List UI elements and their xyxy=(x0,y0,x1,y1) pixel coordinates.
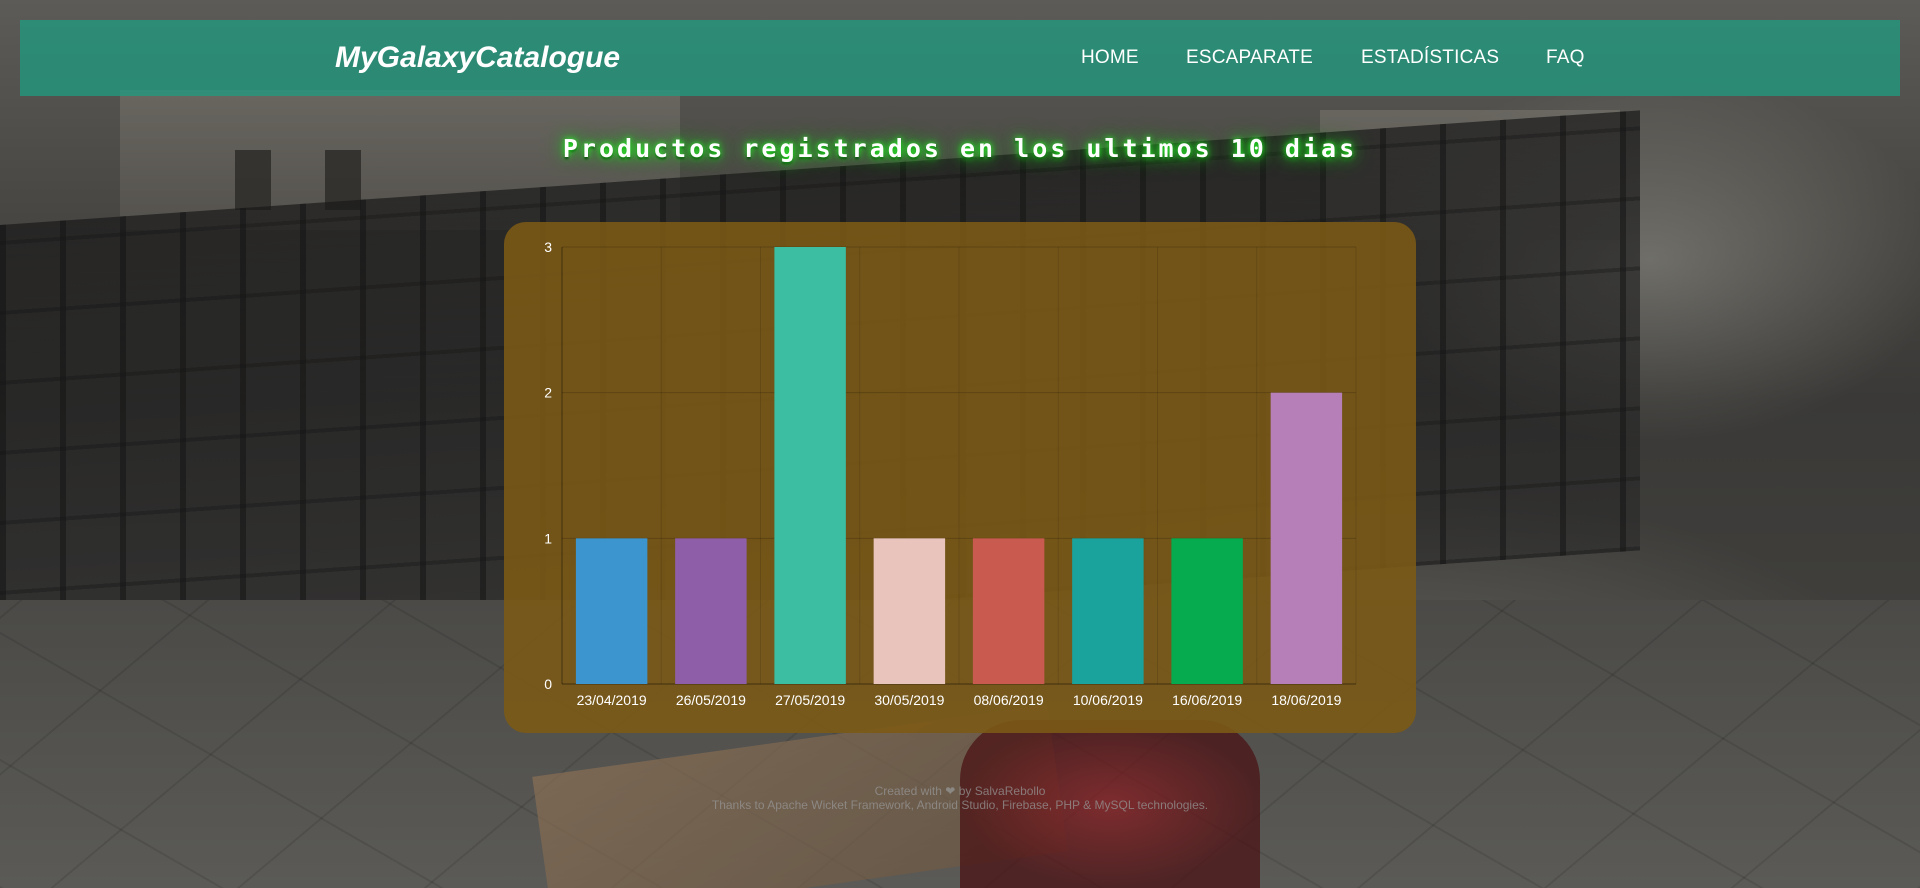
bar xyxy=(675,538,747,684)
nav-link-home[interactable]: HOME xyxy=(1081,20,1139,96)
bar xyxy=(873,538,946,684)
bar-chart: 0 1 2 3 23/04/2019 26/05/2019 27/05/2019 30/05/… xyxy=(544,239,1357,708)
x-tick-label: 27/05/2019 xyxy=(775,692,845,708)
bar xyxy=(774,247,846,684)
navbar: MyGalaxyCatalogue HOME ESCAPARATE ESTADÍ… xyxy=(20,20,1900,96)
bar xyxy=(1270,392,1343,684)
bar xyxy=(972,538,1045,684)
nav-link-estadisticas[interactable]: ESTADÍSTICAS xyxy=(1361,20,1499,96)
footer-thanks: Thanks to Apache Wicket Framework, Andro… xyxy=(711,798,1209,812)
footer-credits: Created with ❤ by SalvaRebollo xyxy=(0,784,1920,798)
nav-link-faq[interactable]: FAQ xyxy=(1546,20,1585,96)
chart-panel: 0 1 2 3 23/04/2019 26/05/2019 27/05/2019 30/05/… xyxy=(504,222,1416,733)
bar xyxy=(1171,538,1243,684)
x-tick-label: 18/06/2019 xyxy=(1271,692,1341,708)
bar xyxy=(1072,538,1144,684)
nav-link-escaparate[interactable]: ESCAPARATE xyxy=(1186,20,1313,96)
x-tick-label: 23/04/2019 xyxy=(577,692,647,708)
x-tick-label: 10/06/2019 xyxy=(1073,692,1143,708)
brand-logo-link[interactable]: MyGalaxyCatalogue xyxy=(335,20,620,96)
page-title: Productos registrados en los ultimos 10 … xyxy=(562,134,1358,163)
x-tick-label: 16/06/2019 xyxy=(1172,692,1242,708)
x-tick-label: 30/05/2019 xyxy=(874,692,944,708)
footer: Created with ❤ by SalvaRebollo Thanks to… xyxy=(0,784,1920,812)
y-tick-label: 2 xyxy=(544,385,552,401)
y-tick-label: 0 xyxy=(544,676,552,692)
bar xyxy=(575,538,648,684)
x-tick-label: 08/06/2019 xyxy=(974,692,1044,708)
heart-icon: ❤ xyxy=(945,784,956,798)
x-tick-label: 26/05/2019 xyxy=(676,692,746,708)
y-tick-label: 1 xyxy=(544,530,552,546)
footer-created-prefix: Created with xyxy=(874,784,942,798)
footer-created-suffix: by SalvaRebollo xyxy=(958,784,1046,798)
y-tick-label: 3 xyxy=(544,239,552,255)
